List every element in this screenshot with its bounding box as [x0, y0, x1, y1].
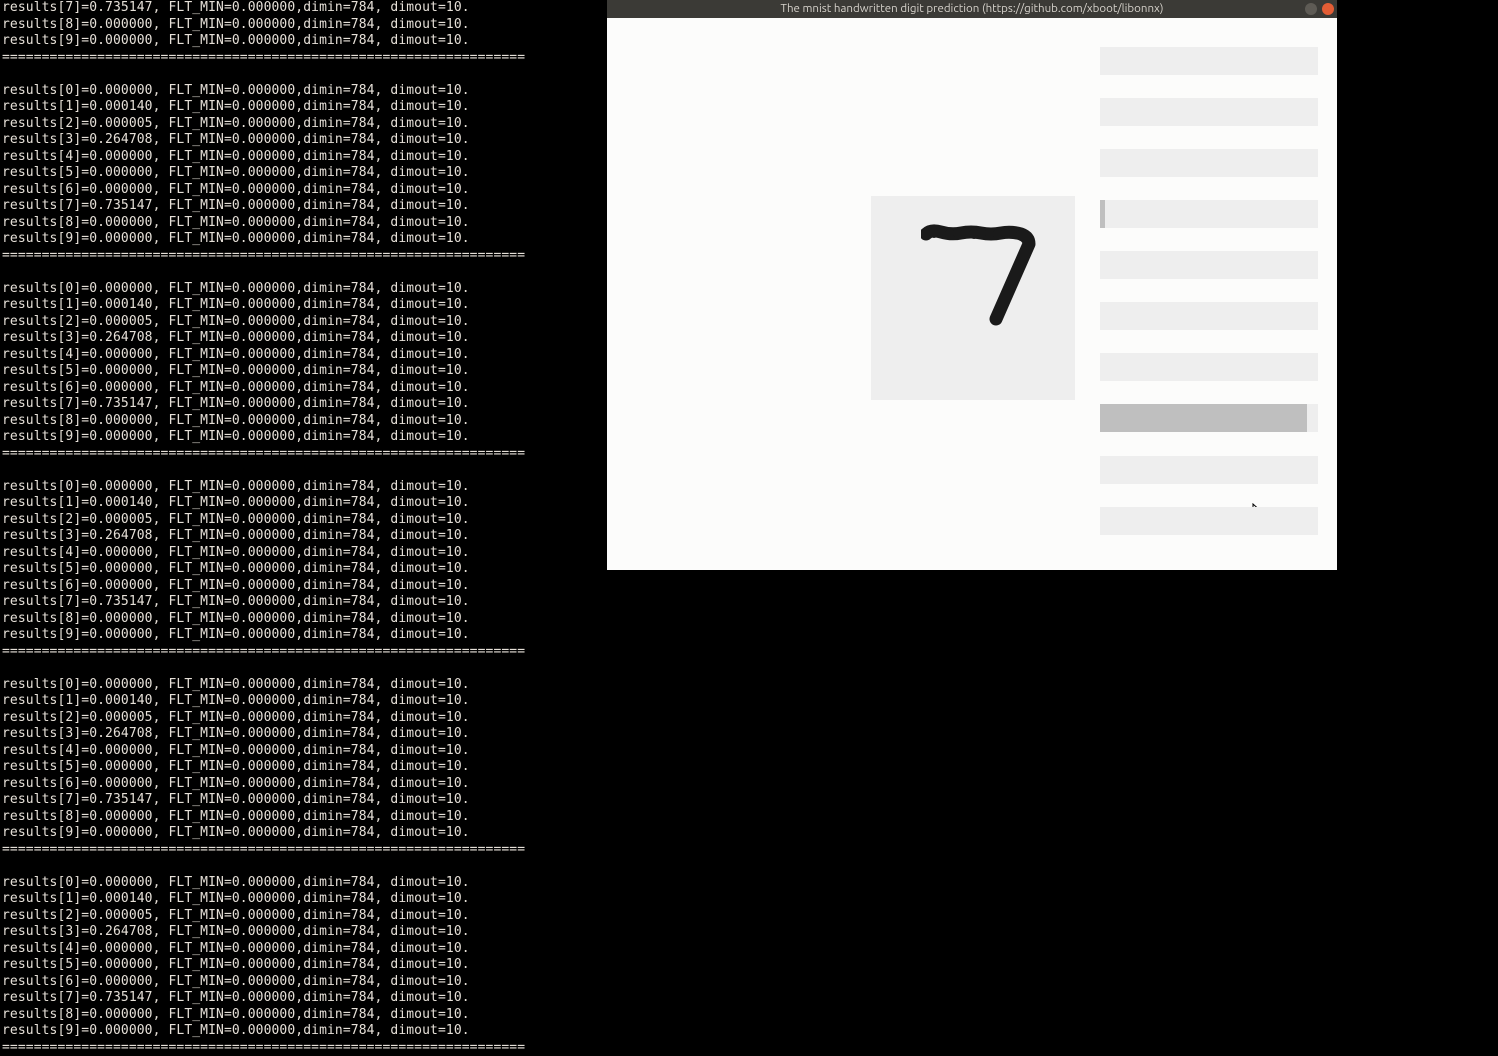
probability-bar-4	[1100, 251, 1318, 279]
close-icon[interactable]	[1322, 3, 1334, 15]
probability-bar-2	[1100, 149, 1318, 177]
terminal-output: results[7]=0.735147, FLT_MIN=0.000000,di…	[0, 0, 609, 948]
probability-bar-7	[1100, 404, 1318, 432]
probability-bar-1	[1100, 98, 1318, 126]
minimize-icon[interactable]	[1305, 3, 1317, 15]
mnist-prediction-window: The mnist handwritten digit prediction (…	[607, 0, 1337, 570]
probability-bar-3	[1100, 200, 1318, 228]
drawing-canvas[interactable]	[871, 196, 1075, 400]
probability-bar-6	[1100, 353, 1318, 381]
probability-bar-5	[1100, 302, 1318, 330]
window-titlebar[interactable]: The mnist handwritten digit prediction (…	[607, 0, 1337, 18]
window-title: The mnist handwritten digit prediction (…	[781, 2, 1164, 15]
probability-bar-8	[1100, 456, 1318, 484]
probability-bar-0	[1100, 47, 1318, 75]
probability-bar-9	[1100, 507, 1318, 535]
drawn-digit-seven	[921, 224, 1041, 334]
